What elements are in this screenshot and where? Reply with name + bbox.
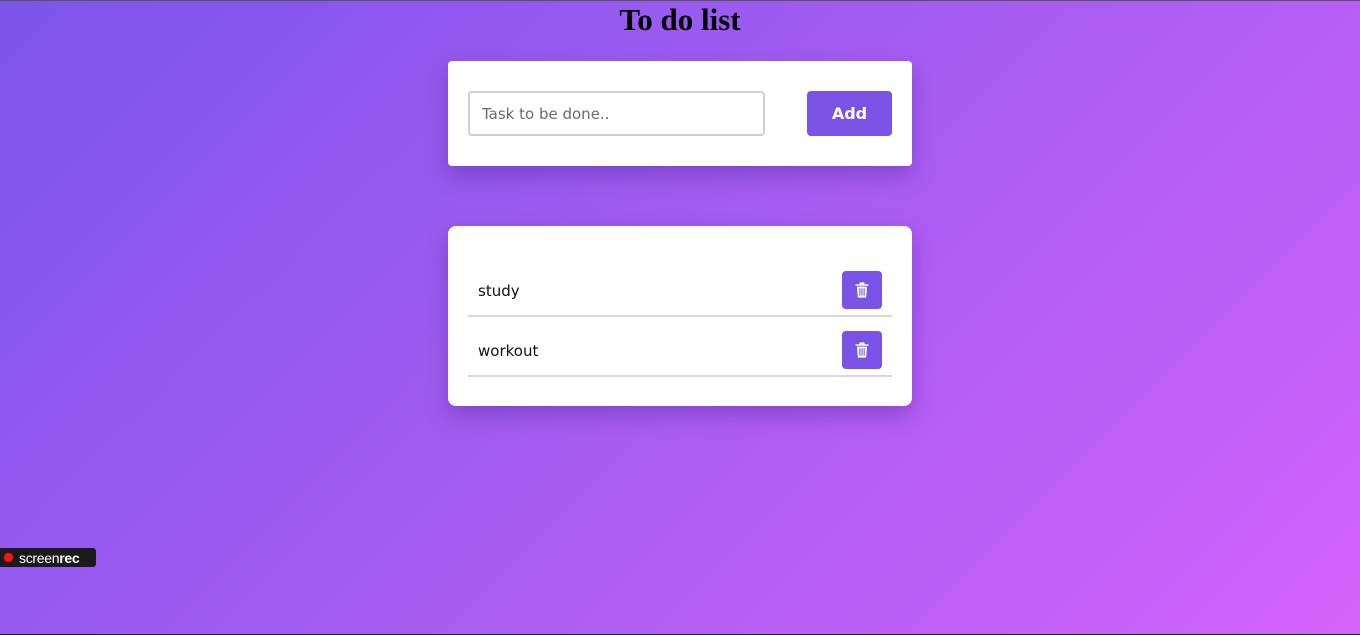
record-dot-icon <box>4 553 13 562</box>
task-input[interactable] <box>468 91 765 136</box>
task-input-card: Add <box>448 61 912 166</box>
add-button[interactable]: Add <box>807 91 892 136</box>
task-label: study <box>478 282 520 300</box>
screenrec-label-regular: screen <box>19 549 60 566</box>
delete-task-button[interactable] <box>842 271 882 309</box>
screenrec-label: screenrec <box>19 549 80 566</box>
screenrec-label-bold: rec <box>59 549 80 566</box>
page-title: To do list <box>619 2 741 37</box>
trash-icon <box>855 282 869 298</box>
task-list: study workout <box>448 226 912 406</box>
delete-task-button[interactable] <box>842 331 882 369</box>
list-item: workout <box>468 330 892 377</box>
task-label: workout <box>478 342 539 360</box>
trash-icon <box>855 342 869 358</box>
screenrec-badge[interactable]: screenrec <box>0 548 96 567</box>
page: { "app": { "title": "To do list" }, "inp… <box>0 0 1360 635</box>
list-item: study <box>468 270 892 317</box>
